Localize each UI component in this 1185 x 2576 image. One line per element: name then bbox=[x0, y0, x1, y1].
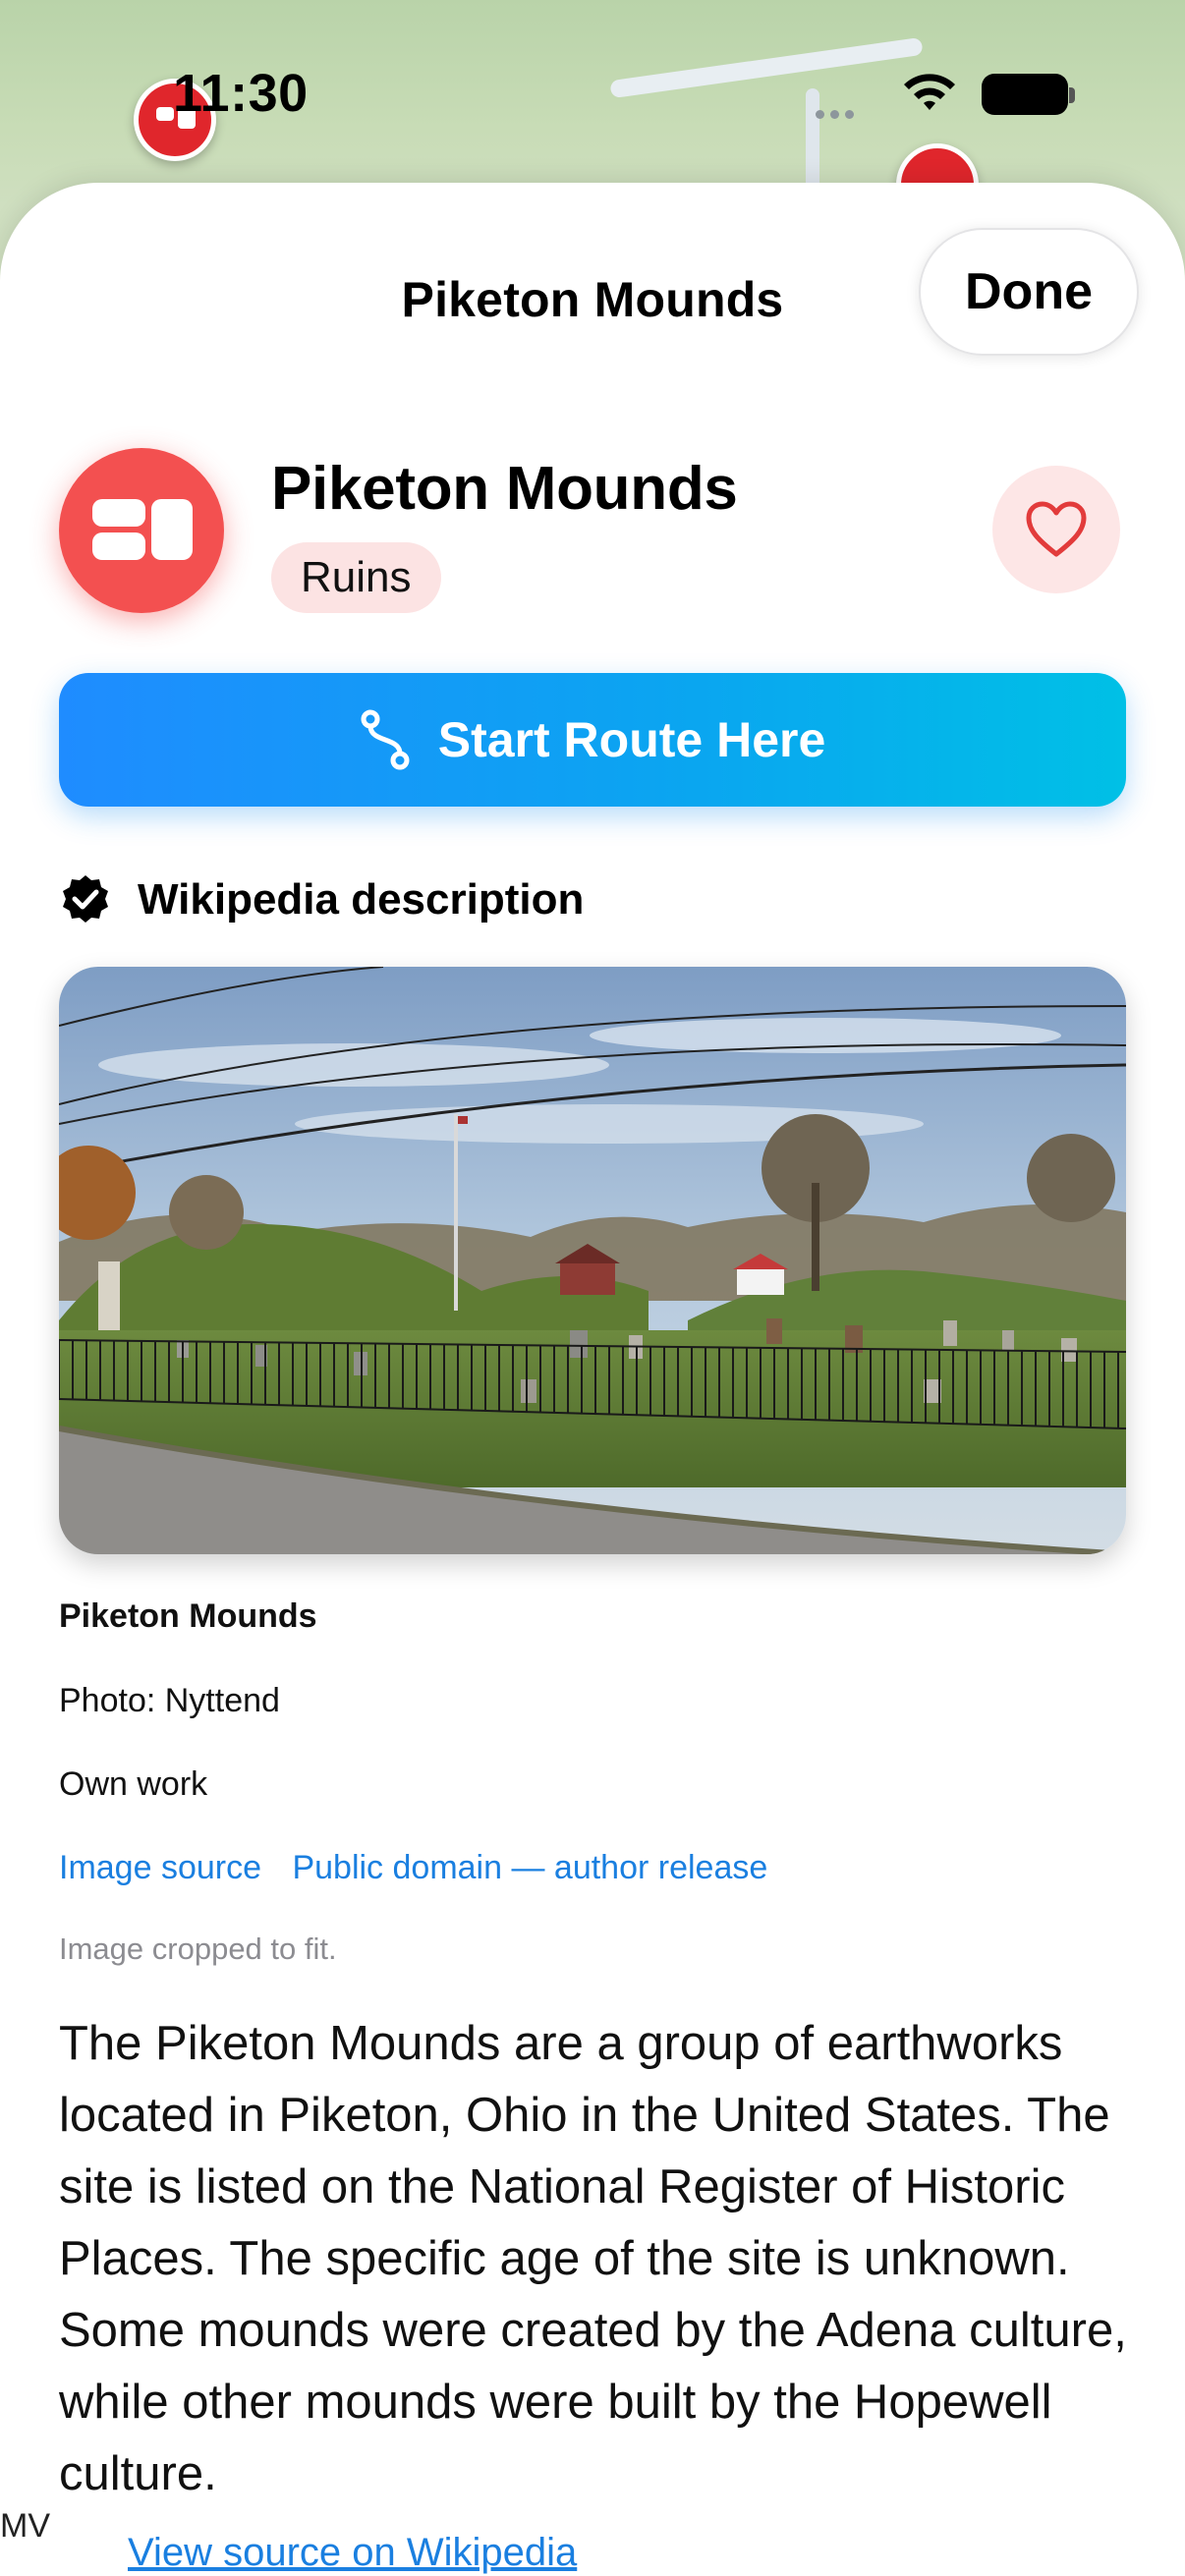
map-attribution: MV bbox=[0, 2507, 50, 2546]
heart-icon bbox=[1026, 501, 1087, 557]
place-photo-image bbox=[59, 967, 1126, 1554]
more-dots-icon bbox=[816, 106, 875, 119]
battery-cap bbox=[1069, 87, 1075, 103]
ruins-icon bbox=[59, 448, 224, 613]
crop-note: Image cropped to fit. bbox=[59, 1932, 337, 1966]
photo-title: Piketon Mounds bbox=[59, 1597, 317, 1635]
start-route-button[interactable]: Start Route Here bbox=[59, 673, 1126, 807]
route-icon bbox=[361, 709, 410, 770]
wikipedia-description: The Piketon Mounds are a group of earthw… bbox=[59, 2017, 1127, 2500]
photo-credit: Photo: Nyttend bbox=[59, 1682, 280, 1719]
map-corner-label: MV bbox=[0, 2507, 50, 2545]
start-route-label: Start Route Here bbox=[437, 712, 826, 767]
wifi-icon bbox=[904, 74, 955, 110]
verified-badge-icon bbox=[63, 875, 108, 923]
status-time: 11:30 bbox=[173, 64, 309, 123]
wikipedia-header-label: Wikipedia description bbox=[138, 875, 585, 924]
image-source-link[interactable]: Image source bbox=[59, 1849, 261, 1886]
place-photo[interactable] bbox=[59, 967, 1126, 1554]
photo-note: Own work bbox=[59, 1765, 208, 1803]
category-badge: Ruins bbox=[271, 542, 441, 613]
place-detail-sheet: Piketon Mounds Done Piketon Mounds Ruins… bbox=[0, 183, 1185, 2576]
wikipedia-header: Wikipedia description bbox=[59, 870, 584, 929]
favorite-button[interactable] bbox=[992, 466, 1120, 593]
battery-icon bbox=[982, 74, 1068, 115]
done-button[interactable]: Done bbox=[919, 228, 1139, 356]
license-link[interactable]: Public domain — author release bbox=[292, 1849, 767, 1886]
photo-links: Image source Public domain — author rele… bbox=[59, 1849, 789, 1887]
view-source-link[interactable]: View source on Wikipedia bbox=[128, 2531, 577, 2575]
status-bar: 11:30 bbox=[0, 0, 1185, 187]
place-title: Piketon Mounds bbox=[271, 455, 738, 523]
